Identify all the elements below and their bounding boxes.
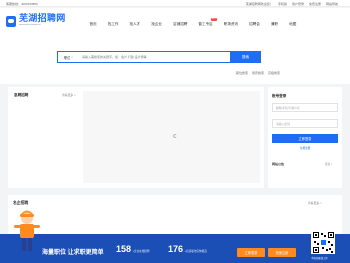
user-login-link[interactable]: 用户登录 — [292, 1, 304, 7]
nav-worker-zone-label: 普工专区 — [198, 22, 213, 26]
qr-code — [311, 230, 335, 254]
welcome-text: 芜湖招聘网欢迎您！ — [245, 2, 273, 6]
famous-companies-title: 名企招聘 — [13, 201, 29, 205]
username-field[interactable]: 邮箱/手机号/用户名 — [272, 103, 338, 112]
resume-count-value: 176 — [168, 244, 184, 254]
main-nav: 首页 找工作 找人才 找企业 店铺招聘 普工专区 HOT 职场资讯 招聘会 兼职 … — [84, 18, 302, 27]
urgent-jobs-more-link[interactable]: 查看更多 > — [62, 93, 76, 97]
top-bar: 客服热线：4000153856 芜湖招聘网欢迎您！ 手机版 用户登录 免费注册 … — [0, 0, 350, 7]
logo-subtitle: www.wuhu.zhaopin.cn — [19, 24, 41, 26]
search-category-label: 职位 — [64, 55, 71, 60]
chevron-down-icon: ▾ — [71, 55, 73, 59]
resume-count-stat: 176 +名简职位任你挑选 — [168, 245, 207, 254]
banner-slot — [83, 91, 260, 183]
search-button[interactable]: 搜索 — [230, 51, 261, 63]
urgent-jobs-title: 急聘招聘 — [14, 93, 29, 97]
urgent-jobs-panel: 急聘招聘 查看更多 > — [8, 87, 264, 188]
nav-map[interactable]: 地图 — [284, 21, 302, 27]
banner-headline: 海量职位 让求职更简单 — [42, 250, 104, 256]
notice-more-link[interactable]: 更多 > — [325, 162, 332, 166]
password-field[interactable]: 请输入密码 — [272, 119, 338, 128]
resume-count-label: +名简职位任你挑选 — [184, 250, 207, 253]
resume-search-link[interactable]: 简历搜索 — [252, 71, 264, 75]
mascot-illustration — [14, 210, 40, 251]
login-title: 账号登录 — [272, 94, 287, 98]
promo-banner: 海量职位 让求职更简单 158 +企业在线招聘 176 +名简职位任你挑选 立即… — [0, 234, 350, 263]
nav-find-company[interactable]: 找企业 — [146, 21, 168, 27]
nav-find-job[interactable]: 找工作 — [102, 21, 124, 27]
nav-career-news[interactable]: 职场资讯 — [218, 21, 243, 27]
login-panel: 账号登录 邮箱/手机号/用户名 请输入密码 立即登录 免费注册 网站公告 更多 … — [268, 87, 342, 188]
company-count-stat: 158 +企业在线招聘 — [116, 245, 150, 254]
register-link-top[interactable]: 免费注册 — [309, 1, 321, 7]
mobile-link[interactable]: 手机版 — [278, 1, 287, 7]
company-count-label: +企业在线招聘 — [132, 250, 150, 253]
search-type-links: 职位搜索 简历搜索 高级搜索 — [236, 71, 280, 75]
loading-spinner-icon — [173, 134, 177, 138]
company-count-value: 158 — [116, 244, 132, 254]
logo-title: 芜湖招聘网 — [19, 14, 66, 24]
banner-register-button[interactable]: 快速注册 — [268, 248, 296, 257]
hot-badge: HOT — [211, 18, 218, 21]
hotline-text: 客服热线：4000153856 — [6, 2, 38, 6]
search-section: 职位 ▾ 搜索 — [0, 36, 350, 84]
famous-companies-more-link[interactable]: 查看更多 > — [308, 201, 322, 205]
notice-title: 网站公告 — [272, 162, 285, 166]
search-category-select[interactable]: 职位 ▾ — [58, 55, 82, 60]
search-box: 职位 ▾ 搜索 — [57, 51, 261, 63]
site-nav-link[interactable]: 网站导航 — [326, 1, 338, 7]
header: 芜湖招聘网 www.wuhu.zhaopin.cn 首页 找工作 找人才 找企业… — [0, 8, 350, 36]
logo-icon — [6, 15, 16, 27]
nav-job-fair[interactable]: 招聘会 — [244, 21, 266, 27]
nav-shop-jobs[interactable]: 店铺招聘 — [168, 21, 193, 27]
top-links: 芜湖招聘网欢迎您！ 手机版 用户登录 免费注册 网站导航 — [246, 1, 338, 7]
free-register-link[interactable]: 免费注册 — [300, 146, 310, 150]
banner-login-button[interactable]: 立即登录 — [237, 248, 265, 257]
login-button[interactable]: 立即登录 — [272, 134, 338, 143]
qr-code-icon — [312, 231, 334, 253]
nav-home[interactable]: 首页 — [84, 21, 102, 27]
site-logo[interactable]: 芜湖招聘网 www.wuhu.zhaopin.cn — [6, 15, 66, 27]
job-search-link[interactable]: 职位搜索 — [236, 71, 248, 75]
nav-find-talent[interactable]: 找人才 — [124, 21, 146, 27]
nav-worker-zone[interactable]: 普工专区 HOT — [193, 18, 218, 27]
advanced-search-link[interactable]: 高级搜索 — [268, 71, 280, 75]
nav-part-time[interactable]: 兼职 — [265, 21, 283, 27]
qr-caption: 手机也能找工作 — [311, 257, 328, 260]
